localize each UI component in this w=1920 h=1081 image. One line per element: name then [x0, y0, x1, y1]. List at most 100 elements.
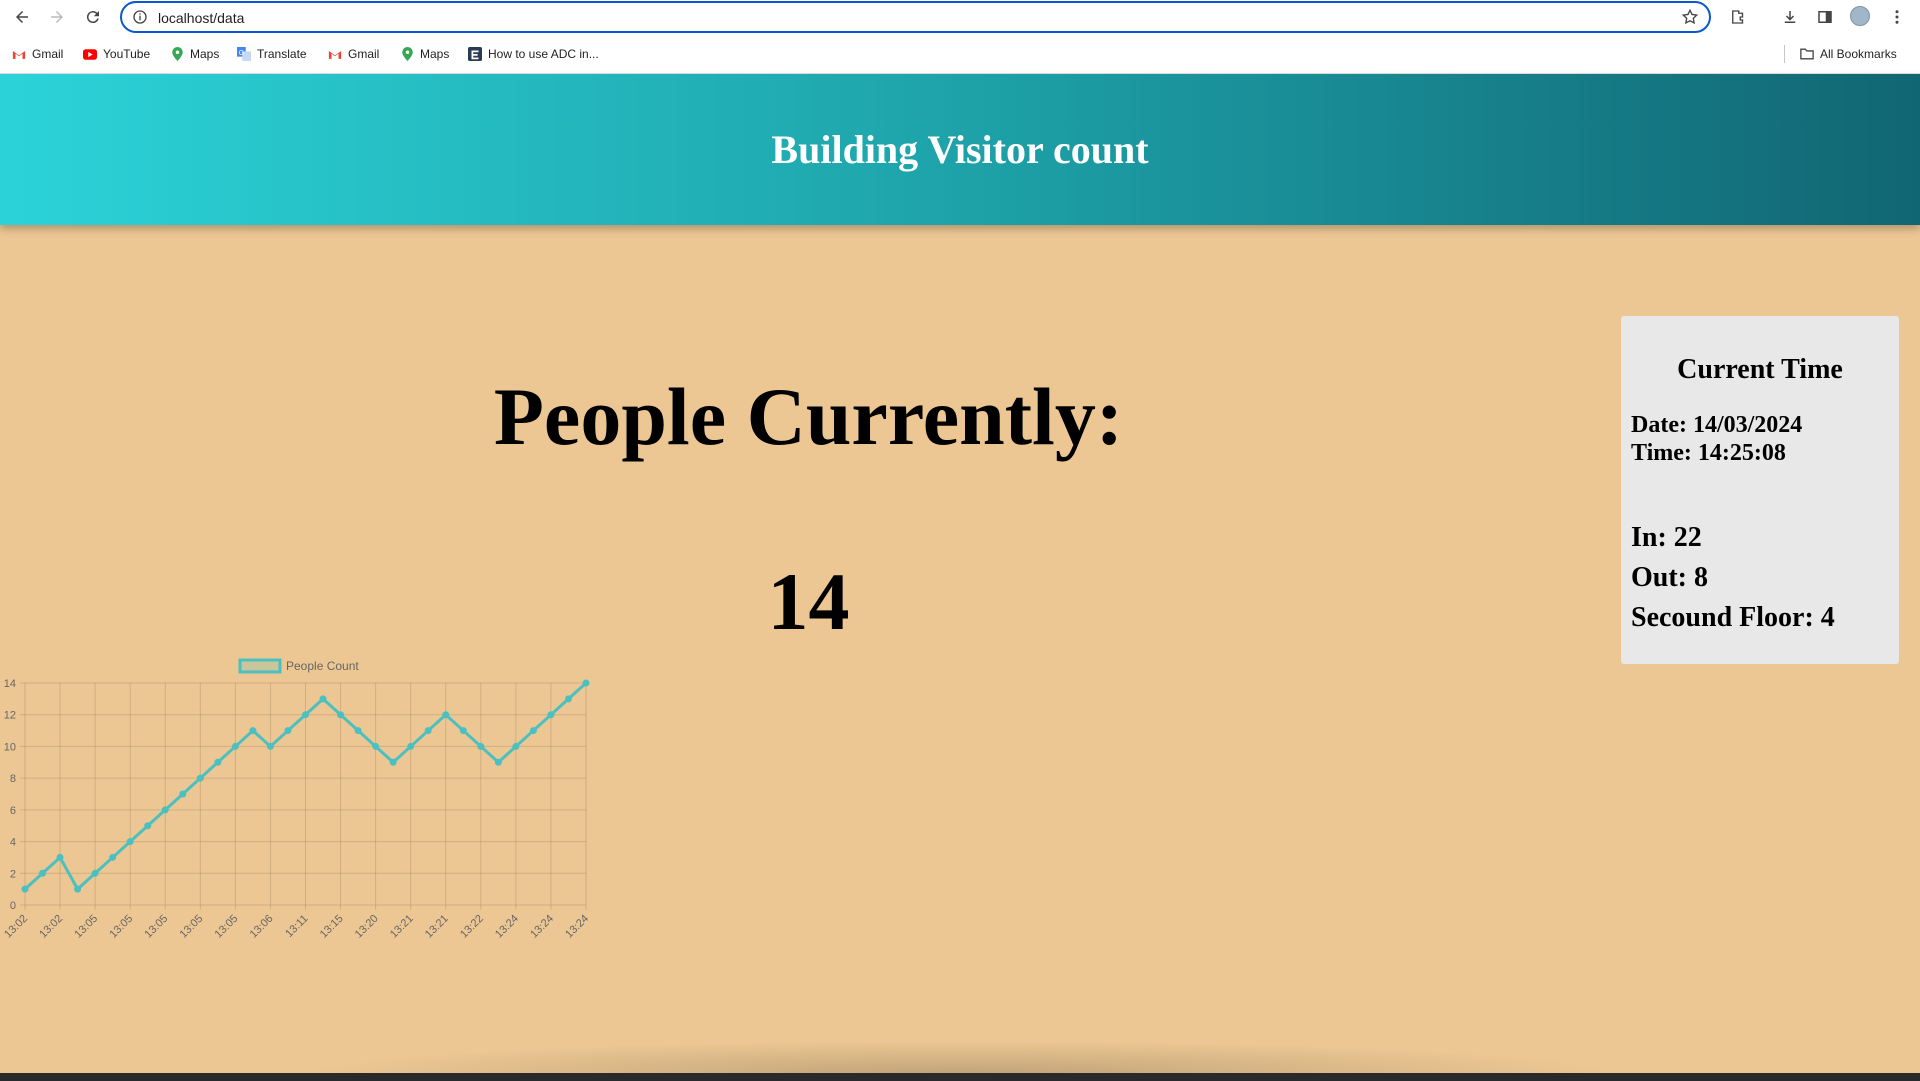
data-point: [477, 742, 485, 750]
reload-button[interactable]: [81, 5, 105, 29]
data-point: [512, 742, 520, 750]
page-title: Building Visitor count: [771, 127, 1149, 172]
bottom-shadow: [300, 1040, 1620, 1074]
in-count: In: 22: [1631, 522, 1702, 553]
svg-text:G: G: [239, 50, 244, 57]
data-point: [109, 853, 117, 861]
current-time-card: Current Time Date: 14/03/2024 Time: 14:2…: [1621, 316, 1899, 664]
date-text: Date: 14/03/2024: [1631, 412, 1803, 438]
x-tick-label: 13:20: [353, 913, 381, 941]
people-currently-label: People Currently:: [493, 371, 1124, 462]
page-header: Building Visitor count: [0, 74, 1920, 225]
side-panel-icon: [1818, 11, 1832, 23]
y-tick-label: 10: [4, 741, 16, 753]
data-point: [354, 727, 362, 735]
data-point: [231, 742, 239, 750]
data-point: [249, 727, 257, 735]
y-tick-label: 12: [4, 710, 16, 722]
address-bar[interactable]: localhost/data: [120, 1, 1711, 33]
folder-icon: [1800, 47, 1814, 61]
bookmark-gmail-2[interactable]: Gmail: [328, 46, 379, 62]
translate-icon: G: [237, 47, 251, 61]
bookmark-translate[interactable]: G Translate: [237, 46, 307, 62]
y-tick-label: 14: [4, 678, 16, 690]
bookmarks-bar: Gmail YouTube Maps G Translate Gmail Map…: [0, 34, 1920, 74]
extensions-button[interactable]: [1727, 6, 1749, 28]
x-tick-label: 13:05: [107, 913, 135, 941]
legend-label: People Count: [286, 659, 359, 673]
menu-button[interactable]: [1886, 6, 1908, 28]
x-tick-label: 13:11: [283, 913, 310, 940]
bookmark-adc[interactable]: How to use ADC in...: [468, 46, 599, 62]
x-tick-label: 13:15: [318, 913, 346, 941]
data-point: [21, 885, 29, 893]
maps-icon: [400, 47, 414, 61]
downloads-button[interactable]: [1779, 6, 1801, 28]
bookmark-maps[interactable]: Maps: [170, 46, 219, 62]
bookmark-label: Translate: [257, 47, 307, 61]
data-point: [582, 679, 590, 687]
x-tick-label: 13:21: [388, 913, 416, 941]
bookmark-label: YouTube: [103, 47, 151, 61]
bookmark-site-icon: [468, 47, 482, 61]
data-point: [337, 711, 345, 719]
data-point: [407, 742, 415, 750]
second-floor-count: Secound Floor: 4: [1631, 602, 1835, 633]
data-point: [319, 695, 327, 703]
x-tick-label: 13:24: [493, 913, 521, 941]
time-text: Time: 14:25:08: [1631, 440, 1786, 466]
bookmark-label: Gmail: [32, 47, 64, 61]
x-tick-label: 13:02: [37, 913, 65, 941]
bookmark-gmail[interactable]: Gmail: [12, 46, 63, 62]
data-point: [459, 727, 467, 735]
data-point: [161, 806, 169, 814]
data-point: [529, 727, 537, 735]
y-tick-label: 0: [10, 900, 16, 912]
profile-avatar[interactable]: [1850, 6, 1870, 26]
data-point: [39, 869, 47, 877]
site-info-icon[interactable]: [132, 9, 148, 25]
data-point: [179, 790, 187, 798]
forward-button[interactable]: [45, 5, 69, 29]
data-point: [196, 774, 204, 782]
youtube-icon: [83, 47, 97, 61]
gmail-icon: [328, 47, 342, 61]
bookmark-maps-2[interactable]: Maps: [400, 46, 449, 62]
people-count-value: 14: [767, 556, 850, 647]
url-text: localhost/data: [158, 10, 245, 26]
gmail-icon: [12, 47, 26, 61]
current-time-heading: Current Time: [1677, 354, 1843, 385]
x-tick-label: 13:06: [248, 913, 276, 941]
y-tick-label: 2: [10, 868, 16, 880]
back-arrow-icon: [16, 11, 28, 23]
data-point: [74, 885, 82, 893]
puzzle-icon: [1732, 10, 1744, 24]
maps-icon: [170, 47, 184, 61]
data-point: [284, 727, 292, 735]
bookmark-label: Gmail: [348, 47, 380, 61]
data-point: [547, 711, 555, 719]
reload-icon: [86, 11, 99, 24]
side-panel-button[interactable]: [1814, 6, 1836, 28]
download-icon: [1784, 11, 1796, 23]
x-tick-label: 13:24: [563, 913, 591, 941]
data-point: [442, 711, 450, 719]
data-point: [126, 838, 134, 846]
out-count: Out: 8: [1631, 562, 1708, 593]
data-point: [91, 869, 99, 877]
data-point: [144, 822, 152, 830]
x-tick-label: 13:21: [423, 913, 451, 941]
all-bookmarks-label: All Bookmarks: [1820, 47, 1897, 61]
bookmark-youtube[interactable]: YouTube: [83, 46, 150, 62]
data-point: [424, 727, 432, 735]
bookmark-label: Maps: [420, 47, 450, 61]
x-tick-label: 13:02: [2, 913, 30, 941]
legend-swatch: [238, 658, 282, 674]
all-bookmarks-button[interactable]: All Bookmarks: [1800, 46, 1897, 62]
data-point: [389, 758, 397, 766]
data-point: [56, 853, 64, 861]
data-point: [372, 742, 380, 750]
bookmark-star-icon[interactable]: [1681, 8, 1699, 26]
back-button[interactable]: [10, 5, 34, 29]
y-tick-label: 4: [10, 837, 16, 849]
